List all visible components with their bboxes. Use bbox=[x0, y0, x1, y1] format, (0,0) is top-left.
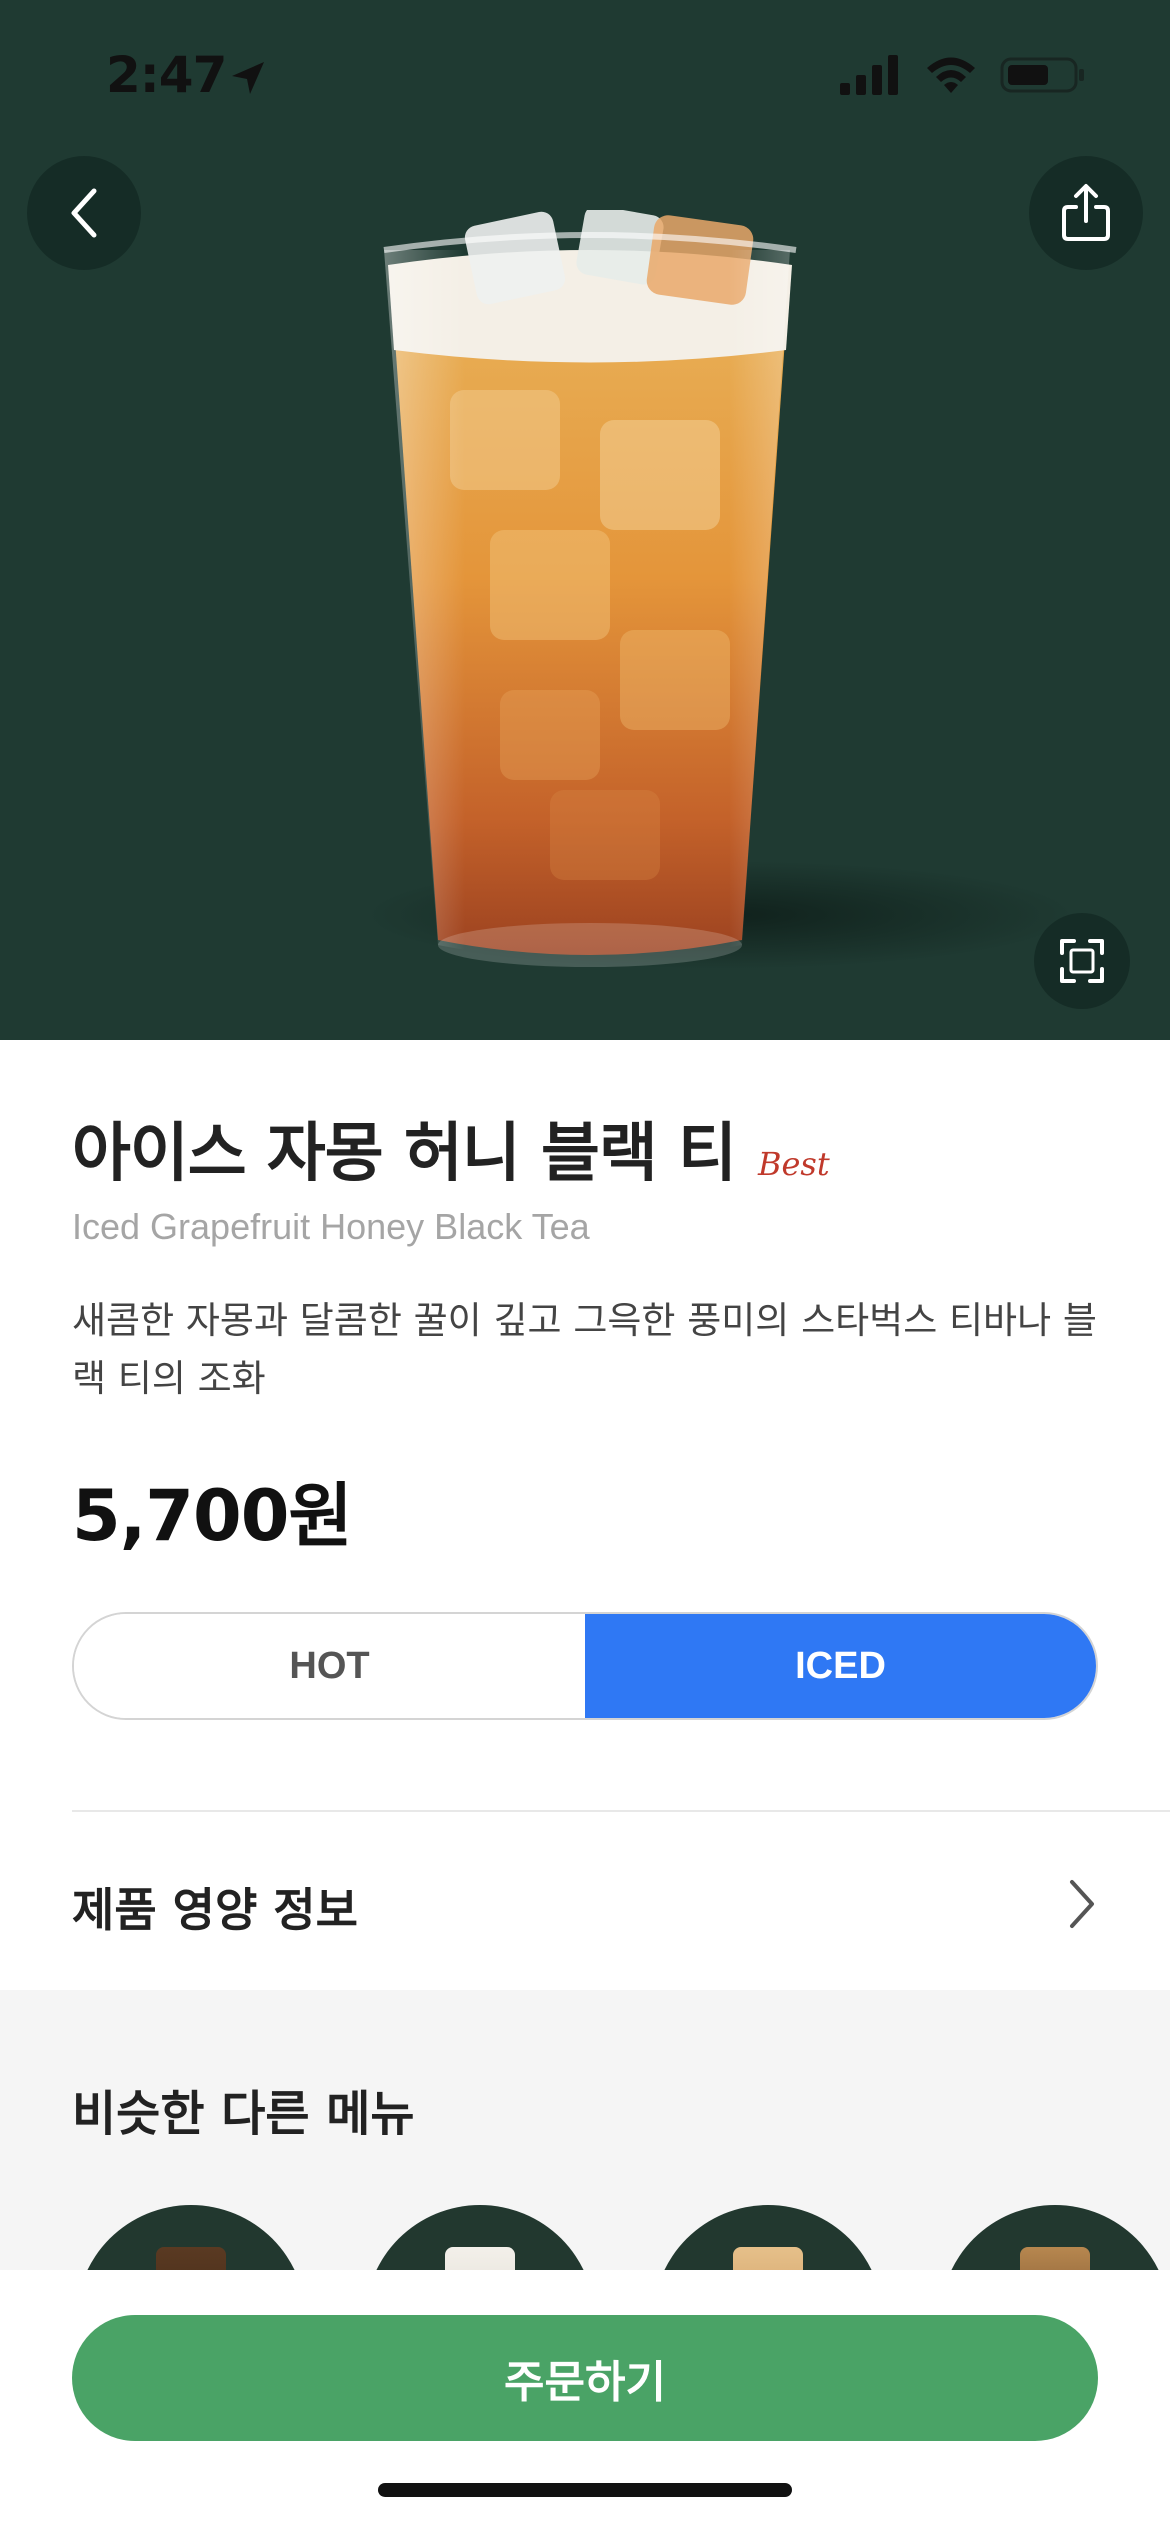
product-hero-image: 2:47 bbox=[0, 0, 1170, 1040]
wifi-icon bbox=[927, 57, 975, 93]
battery-icon bbox=[1000, 57, 1084, 93]
temp-option-iced[interactable]: ICED bbox=[585, 1614, 1096, 1718]
product-description: 새콤한 자몽과 달콤한 꿀이 깊고 그윽한 풍미의 스타벅스 티바나 블랙 티의… bbox=[72, 1299, 1097, 1400]
expand-image-button[interactable] bbox=[1034, 913, 1130, 1009]
chevron-right-icon bbox=[1070, 1880, 1094, 1928]
signal-icon bbox=[840, 55, 898, 95]
similar-menu-item[interactable] bbox=[365, 2205, 595, 2270]
bottom-bar: 주문하기 bbox=[0, 2270, 1170, 2532]
share-button[interactable] bbox=[1029, 156, 1143, 270]
best-badge: Best bbox=[757, 1145, 830, 1183]
home-indicator bbox=[378, 2483, 792, 2497]
product-name-ko: 아이스 자몽 허니 블랙 티 bbox=[72, 1117, 737, 1191]
title-row: 아이스 자몽 허니 블랙 티 Best bbox=[72, 1102, 830, 1194]
back-button[interactable] bbox=[27, 156, 141, 270]
temperature-toggle: HOT ICED bbox=[72, 1612, 1098, 1720]
similar-menu-section: 비슷한 다른 메뉴 bbox=[0, 1990, 1170, 2270]
nutrition-info-row[interactable]: 제품 영양 정보 bbox=[0, 1812, 1170, 1990]
temp-option-hot[interactable]: HOT bbox=[74, 1614, 585, 1718]
iced-tea-drink-image bbox=[383, 210, 797, 967]
similar-menu-title: 비슷한 다른 메뉴 bbox=[72, 2086, 415, 2142]
similar-menu-item[interactable] bbox=[940, 2205, 1170, 2270]
nutrition-info-label: 제품 영양 정보 bbox=[72, 1883, 358, 1937]
drink-thumbnail bbox=[156, 2247, 226, 2270]
product-price: 5,700원 bbox=[72, 1475, 353, 1557]
drink-thumbnail bbox=[445, 2247, 515, 2270]
status-bar: 2:47 bbox=[0, 0, 1170, 150]
similar-menu-item[interactable] bbox=[76, 2205, 306, 2270]
location-arrow-icon bbox=[232, 62, 264, 94]
drink-thumbnail bbox=[1020, 2247, 1090, 2270]
similar-menu-item[interactable] bbox=[653, 2205, 883, 2270]
product-name-en: Iced Grapefruit Honey Black Tea bbox=[72, 1206, 590, 1247]
expand-icon bbox=[1060, 939, 1104, 983]
status-time: 2:47 bbox=[106, 46, 227, 104]
chevron-left-icon bbox=[71, 188, 97, 238]
order-button[interactable]: 주문하기 bbox=[72, 2315, 1098, 2441]
share-icon bbox=[1062, 184, 1110, 241]
product-info: 아이스 자몽 허니 블랙 티 Best Iced Grapefruit Hone… bbox=[0, 1040, 1170, 1990]
drink-thumbnail bbox=[733, 2247, 803, 2270]
